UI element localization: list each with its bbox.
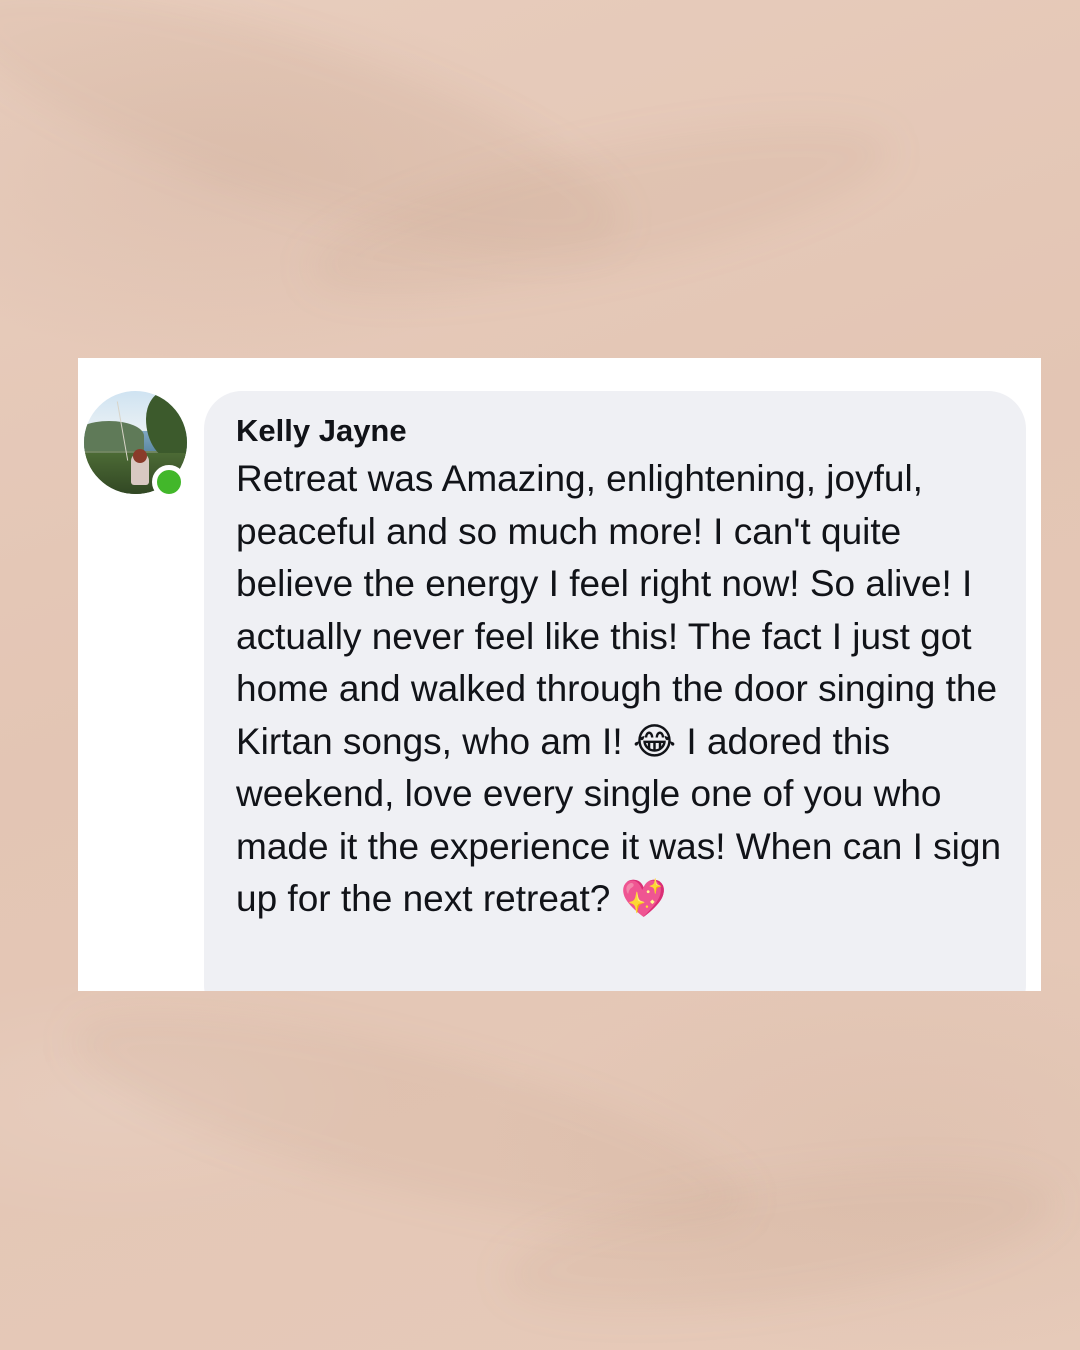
online-status-indicator	[152, 465, 186, 499]
avatar-hair	[133, 449, 147, 463]
laughing-tears-emoji-icon: 😂	[632, 719, 677, 763]
comment-bubble: Kelly Jayne Retreat was Amazing, enlight…	[204, 391, 1026, 991]
comment-text-part-1: Retreat was Amazing, enlightening, joyfu…	[236, 458, 998, 762]
comment-card: Kelly Jayne Retreat was Amazing, enlight…	[78, 358, 1041, 991]
comment-body: Retreat was Amazing, enlightening, joyfu…	[236, 453, 1011, 926]
comment-author-name[interactable]: Kelly Jayne	[236, 409, 1006, 453]
sparkling-heart-emoji-icon: 💖	[620, 877, 667, 920]
avatar-hill	[84, 421, 144, 451]
